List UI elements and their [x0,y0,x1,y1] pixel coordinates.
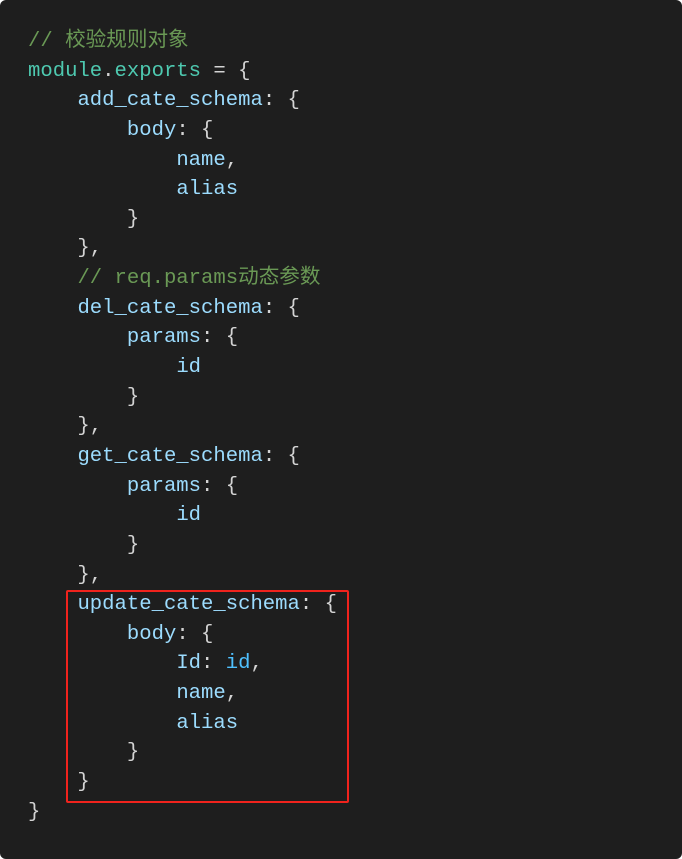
code-line: }, [28,234,337,264]
token-punct [28,119,127,142]
token-punct: : { [262,296,300,320]
code-line: } [28,383,337,413]
token-punct: }, [28,237,103,261]
code-line: alias [28,175,337,205]
token-punct [28,356,176,379]
token-punct: : { [262,444,300,468]
token-punct [28,178,176,201]
code-line: get_cate_schema: { [28,442,337,472]
code-block: // 校验规则对象 module.exports = { add_cate_sch… [0,0,682,859]
token-prop: add_cate_schema [77,89,263,113]
token-punct: : { [201,474,239,498]
token-punct [28,326,127,349]
token-punct [28,475,127,498]
token-prop: get_cate_schema [77,444,263,468]
code-line: }, [28,561,337,591]
code-line: id [28,353,337,383]
token-prop: name [176,148,226,172]
token-punct: = { [201,59,251,83]
token-prop: body [126,118,177,142]
code-line: name, [28,146,337,176]
code-line: del_cate_schema: { [28,294,337,324]
token-module: exports [114,59,202,83]
code-line: module.exports = { [28,57,337,87]
token-punct: : { [176,118,214,142]
code-line: params: { [28,472,337,502]
code-line: }, [28,412,337,442]
token-punct: } [28,385,140,409]
token-prop: params [126,326,202,350]
code-line: body: { [28,116,337,146]
code-line: id [28,501,337,531]
code-line: } [28,531,337,561]
token-punct [28,445,77,468]
token-prop: id [176,504,202,528]
token-punct: , [225,148,239,172]
token-punct [28,149,176,172]
token-punct [28,89,77,112]
token-punct [28,504,176,527]
token-punct: } [28,207,140,231]
code-line: add_cate_schema: { [28,86,337,116]
code-line: // req.params动态参数 [28,264,337,294]
token-prop: alias [176,178,239,202]
token-punct: : { [201,326,239,350]
token-punct: } [28,800,41,824]
token-punct: }, [28,415,103,439]
highlight-box-update-cate-schema [66,590,349,803]
token-prop: del_cate_schema [77,296,263,320]
token-punct: . [102,59,115,83]
token-punct [28,297,77,320]
code-line: // 校验规则对象 [28,27,337,57]
token-punct: }, [28,563,103,587]
token-prop: id [176,356,202,380]
code-line: } [28,205,337,235]
token-punct [28,267,77,290]
token-comment: // 校验规则对象 [28,30,189,53]
token-punct: } [28,533,140,557]
code-line: params: { [28,323,337,353]
token-punct: : { [262,89,300,113]
token-prop: params [126,474,202,498]
token-comment: // req.params动态参数 [77,267,321,291]
token-module: module [28,59,103,83]
